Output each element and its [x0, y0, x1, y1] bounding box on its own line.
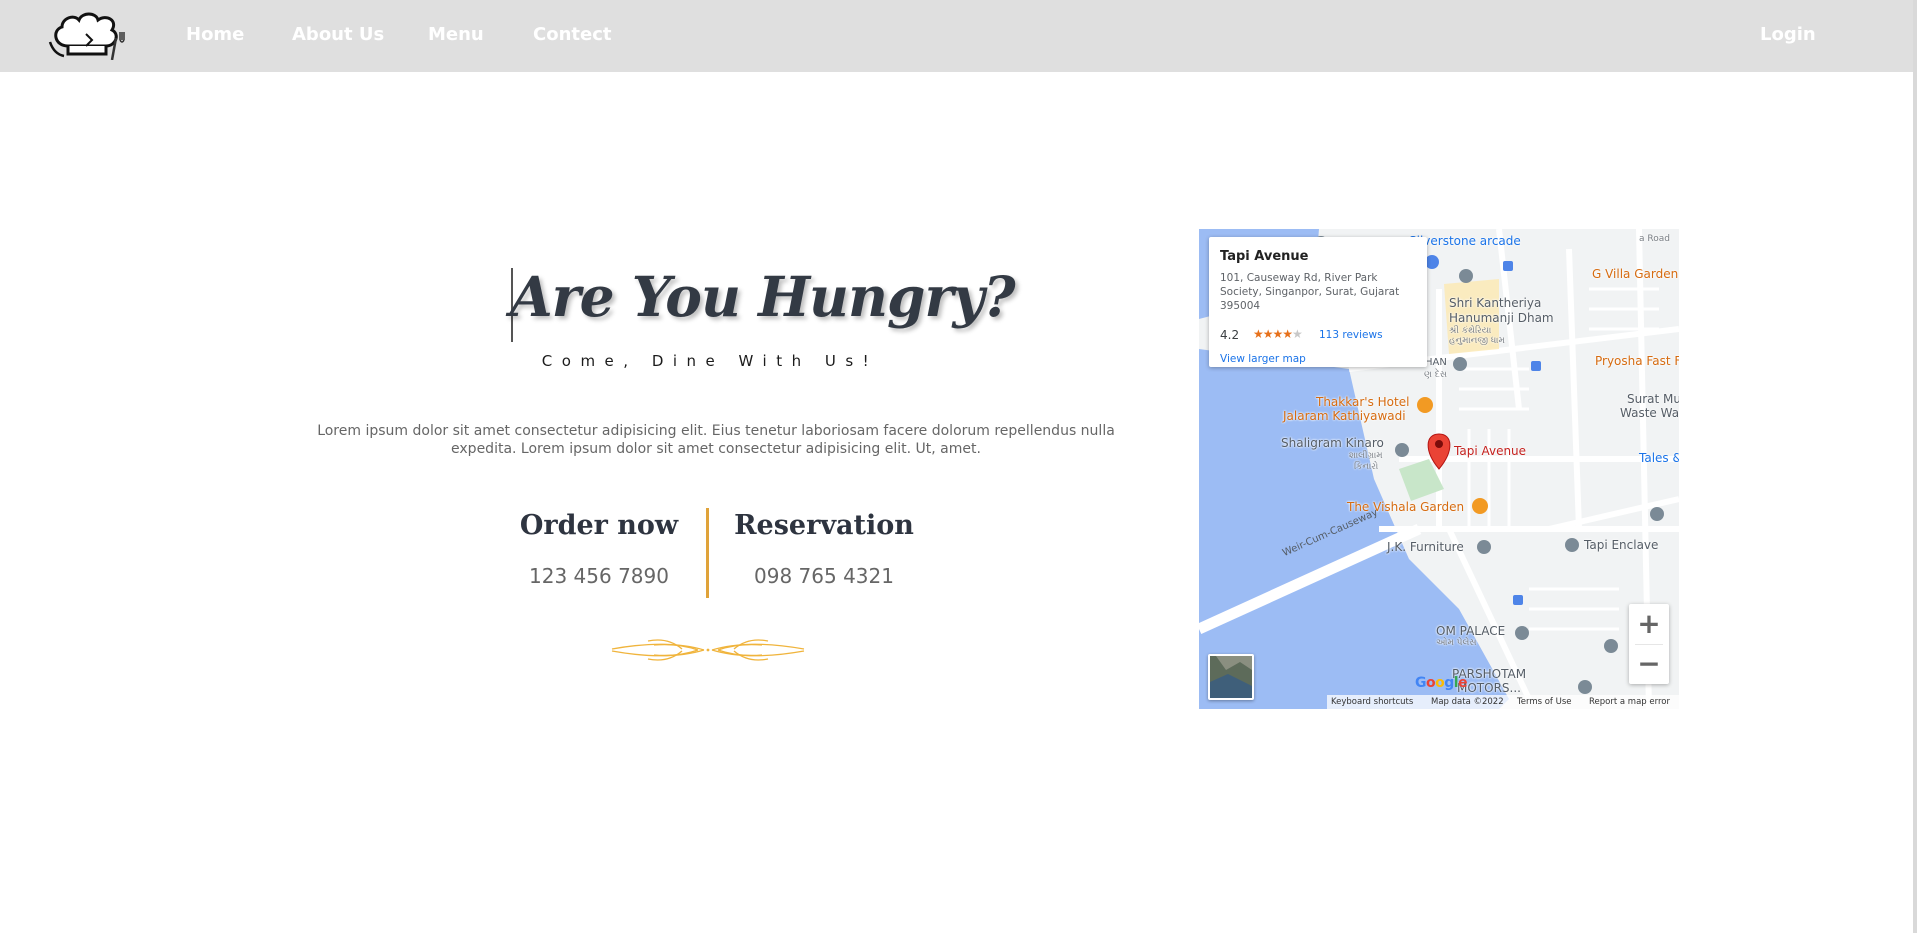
- order-now-heading: Order now: [519, 510, 679, 541]
- map-label-tales: Tales & Stor: [1639, 451, 1679, 465]
- map-zoom-controls: + −: [1629, 604, 1669, 684]
- zoom-out-button[interactable]: −: [1629, 644, 1669, 684]
- order-phone[interactable]: 123 456 7890: [489, 564, 709, 588]
- map-label-hanumanji: Hanumanji Dham: [1449, 311, 1554, 325]
- keyboard-shortcuts-link[interactable]: Keyboard shortcuts: [1331, 697, 1413, 707]
- map-label-shaligram-gu2: કિનારો: [1354, 462, 1379, 472]
- reservation-heading: Reservation: [734, 510, 914, 541]
- report-map-error-link[interactable]: Report a map error: [1589, 697, 1670, 707]
- map-label-surat-mu: Surat Mu: [1627, 392, 1679, 406]
- map-label-thakkar: Thakkar's Hotel: [1316, 395, 1410, 409]
- hero-subtitle: Come, Dine With Us!: [541, 352, 879, 370]
- view-larger-map-link[interactable]: View larger map: [1220, 353, 1306, 365]
- embedded-google-map[interactable]: Silverstone arcade a Road G Villa Garden…: [1199, 229, 1679, 709]
- map-data-label: Map data ©2022: [1431, 697, 1504, 707]
- map-attribution-bar: Keyboard shortcuts Map data ©2022 Terms …: [1327, 695, 1679, 709]
- map-label-tapi-enclave: Tapi Enclave: [1584, 538, 1659, 552]
- map-label-han: HAN: [1425, 357, 1447, 368]
- map-label-jk-furniture: J.K. Furniture: [1387, 540, 1464, 554]
- map-label-tapi-avenue: Tapi Avenue: [1454, 444, 1527, 458]
- place-info-card: Tapi Avenue 101, Causeway Rd, River Park…: [1209, 237, 1427, 367]
- place-rating: 4.2: [1220, 328, 1240, 342]
- hero-title: Are You Hungry?: [510, 264, 1016, 329]
- reviews-link[interactable]: 113 reviews: [1319, 329, 1383, 341]
- google-logo: Google: [1415, 675, 1468, 691]
- map-label-gvilla: G Villa Garden: [1592, 267, 1679, 281]
- map-marker-icon: [1427, 433, 1451, 470]
- terms-of-use-link[interactable]: Terms of Use: [1517, 697, 1572, 707]
- top-navbar: Home About Us Menu Contect Login: [0, 0, 1917, 72]
- nav-about-link[interactable]: About Us: [292, 24, 384, 45]
- map-label-hanumanji-gu: હનુમાનજી ધામ: [1449, 336, 1505, 346]
- map-label-waste-water: Waste Water tr: [1620, 406, 1679, 420]
- map-label-kantheriya-gu: શ્રી કંથેરિયા: [1449, 326, 1492, 336]
- wheat-ornament-icon: [611, 639, 805, 661]
- reservation-phone[interactable]: 098 765 4321: [714, 564, 934, 588]
- chef-hat-icon[interactable]: [46, 8, 128, 60]
- scrollbar[interactable]: [1913, 0, 1917, 933]
- nav-contact-link[interactable]: Contect: [533, 24, 611, 45]
- map-label-kantheriya: Shri Kantheriya: [1449, 296, 1542, 310]
- satellite-toggle-button[interactable]: [1208, 654, 1254, 700]
- nav-home-link[interactable]: Home: [186, 24, 244, 45]
- map-label-om-palace: OM PALACE: [1436, 624, 1506, 638]
- cta-divider: [706, 508, 709, 598]
- place-address: 101, Causeway Rd, River Park Society, Si…: [1220, 272, 1400, 312]
- place-name: Tapi Avenue: [1220, 249, 1309, 264]
- zoom-in-button[interactable]: +: [1629, 604, 1669, 644]
- hero-description: Lorem ipsum dolor sit amet consectetur a…: [317, 423, 1115, 457]
- map-label-road: a Road: [1639, 234, 1670, 244]
- map-label-jalaram: Jalaram Kathiyawadi: [1283, 409, 1406, 423]
- map-label-shaligram: Shaligram Kinaro: [1281, 436, 1384, 450]
- login-link[interactable]: Login: [1760, 24, 1816, 45]
- map-label-pryosha: Pryosha Fast Food: [1595, 354, 1679, 368]
- nav-menu-link[interactable]: Menu: [428, 24, 484, 45]
- map-label-shaligram-gu1: શાલીગ્રામ: [1349, 451, 1383, 461]
- map-label-om-palace-gu: ઓમ પેલેસ: [1436, 638, 1477, 648]
- rating-stars-icon: ★★★★★: [1253, 327, 1303, 341]
- map-label-pin-dash: ણ દેસ: [1424, 370, 1448, 380]
- satellite-thumbnail-icon: [1210, 656, 1252, 698]
